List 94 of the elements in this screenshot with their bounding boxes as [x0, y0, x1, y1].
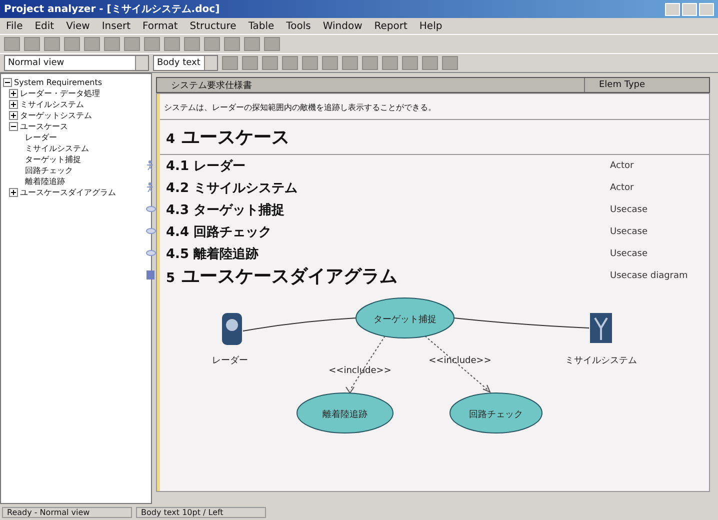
close-button[interactable] — [699, 2, 714, 16]
menu-item[interactable]: File — [6, 20, 23, 32]
element-type: Actor — [610, 183, 635, 193]
toolbar-icon[interactable] — [4, 37, 20, 51]
tree-item[interactable]: ユースケース — [20, 121, 68, 132]
element-type: Usecase — [610, 227, 649, 237]
toolbar-icon[interactable] — [144, 37, 160, 51]
tree-item[interactable]: レーダー・データ処理 — [20, 88, 100, 99]
section-heading: 4.4 回路チェック — [165, 224, 273, 241]
column-header[interactable]: Elem Type — [584, 78, 709, 92]
minimize-button[interactable] — [665, 2, 680, 16]
style-dropdown[interactable]: Body text — [153, 55, 218, 71]
section-heading: 4.5 離着陸追跡 — [165, 246, 260, 263]
toolbar-icon[interactable] — [402, 56, 418, 70]
dependency-arrow — [424, 336, 491, 393]
usecase-icon — [146, 228, 156, 234]
relation-label: <<include>> — [328, 366, 392, 376]
section-heading: 5 ユースケースダイアグラム — [165, 265, 398, 288]
menu-item[interactable]: Tools — [286, 20, 311, 32]
toolbar-icon[interactable] — [224, 37, 240, 51]
usecase-label: 離着陸追跡 — [322, 410, 368, 420]
expander-icon[interactable] — [9, 111, 18, 120]
toolbar-icon[interactable] — [262, 56, 278, 70]
toolbar-icon[interactable] — [222, 56, 238, 70]
tree-item[interactable]: レーダー — [25, 132, 57, 143]
element-type: Usecase diagram — [610, 271, 689, 281]
element-type: Usecase — [610, 205, 649, 215]
actor-icon — [590, 313, 612, 343]
element-type: Usecase — [610, 249, 649, 259]
column-header[interactable]: システム要求仕様書 — [157, 78, 584, 92]
menu-item[interactable]: Help — [419, 20, 442, 32]
element-type: Actor — [610, 161, 635, 171]
toolbar-icon[interactable] — [264, 37, 280, 51]
tree-item[interactable]: ミサイルシステム — [25, 143, 89, 154]
toolbar-icon[interactable] — [184, 37, 200, 51]
menu-item[interactable]: Table — [248, 20, 274, 32]
status-text: Ready - Normal view — [2, 506, 132, 518]
usecase-label: ターゲット捕捉 — [374, 315, 436, 325]
actor-icon — [146, 160, 154, 170]
toolbar-icon[interactable] — [322, 56, 338, 70]
tree-item[interactable]: 回路チェック — [25, 165, 73, 176]
section-heading: 4.3 ターゲット捕捉 — [165, 202, 286, 219]
view-dropdown[interactable]: Normal view — [4, 55, 149, 71]
toolbar-icon[interactable] — [24, 37, 40, 51]
section-heading: 4.1 レーダー — [165, 158, 247, 175]
menu-item[interactable]: Format — [142, 20, 178, 32]
menu-item[interactable]: Window — [322, 20, 362, 32]
toolbar-icon[interactable] — [342, 56, 358, 70]
toolbar-icon[interactable] — [422, 56, 438, 70]
toolbar-icon[interactable] — [164, 37, 180, 51]
diagram-icon — [146, 270, 155, 280]
toolbar-icon[interactable] — [442, 56, 458, 70]
usecase-label: 回路チェック — [469, 410, 523, 420]
tree-item[interactable]: System Requirements — [14, 78, 102, 87]
window-title: Project analyzer - [ミサイルシステム.doc] — [4, 3, 220, 16]
actor-icon — [146, 182, 154, 192]
usecase-icon — [146, 250, 156, 256]
toolbar-icon[interactable] — [64, 37, 80, 51]
toolbar-icon[interactable] — [44, 37, 60, 51]
menu-item[interactable]: Edit — [34, 20, 54, 32]
toolbar-icon[interactable] — [124, 37, 140, 51]
tree-item[interactable]: ユースケースダイアグラム — [20, 187, 116, 198]
maximize-button[interactable] — [682, 2, 697, 16]
actor-label: ミサイルシステム — [565, 356, 637, 366]
relation-label: <<include>> — [428, 356, 492, 366]
toolbar-icon[interactable] — [382, 56, 398, 70]
toolbar-icon[interactable] — [244, 37, 260, 51]
toolbar-icon[interactable] — [204, 37, 220, 51]
toolbar-icon[interactable] — [104, 37, 120, 51]
menu-item[interactable]: Structure — [190, 20, 236, 32]
expander-icon[interactable] — [9, 89, 18, 98]
tree-item[interactable]: ターゲット捕捉 — [25, 154, 81, 165]
section-heading: 4.2 ミサイルシステム — [165, 180, 299, 197]
expander-icon[interactable] — [9, 188, 18, 197]
actor-icon — [222, 313, 242, 345]
section-heading: 4 ユースケース — [165, 126, 290, 149]
tree-item[interactable]: ターゲットシステム — [20, 110, 92, 121]
toolbar-icon[interactable] — [302, 56, 318, 70]
expander-icon[interactable] — [9, 122, 18, 131]
expander-icon[interactable] — [9, 100, 18, 109]
menu-item[interactable]: View — [66, 20, 90, 32]
paragraph: システムは、レーダーの探知範囲内の敵機を追跡し表示することができる。 — [160, 94, 710, 120]
toolbar-icon[interactable] — [282, 56, 298, 70]
menu-item[interactable]: Insert — [102, 20, 131, 32]
expander-icon[interactable] — [3, 78, 12, 87]
status-text: Body text 10pt / Left — [136, 506, 266, 518]
toolbar-icon[interactable] — [362, 56, 378, 70]
toolbar-icon[interactable] — [84, 37, 100, 51]
tree-item[interactable]: 離着陸追跡 — [25, 176, 65, 187]
actor-label: レーダー — [212, 356, 248, 366]
usecase-icon — [146, 206, 156, 212]
toolbar-icon[interactable] — [242, 56, 258, 70]
tree-item[interactable]: ミサイルシステム — [20, 99, 84, 110]
menu-item[interactable]: Report — [374, 20, 408, 32]
